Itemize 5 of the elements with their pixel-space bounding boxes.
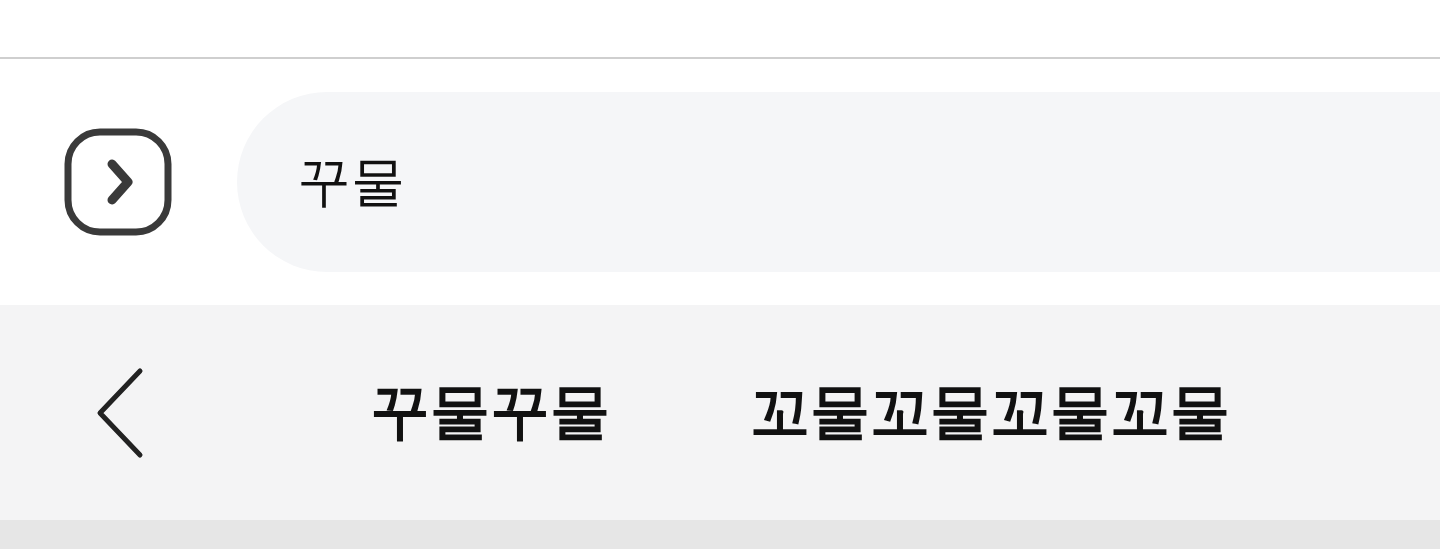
input-field[interactable]: 꾸물 xyxy=(237,92,1440,272)
chevron-right-icon xyxy=(64,128,172,236)
suggestion-item[interactable]: 꼬물꼬물꼬물꼬물 xyxy=(740,364,1240,461)
expand-button[interactable] xyxy=(64,128,172,236)
suggestion-item[interactable]: 꾸물꾸물 xyxy=(360,364,620,461)
